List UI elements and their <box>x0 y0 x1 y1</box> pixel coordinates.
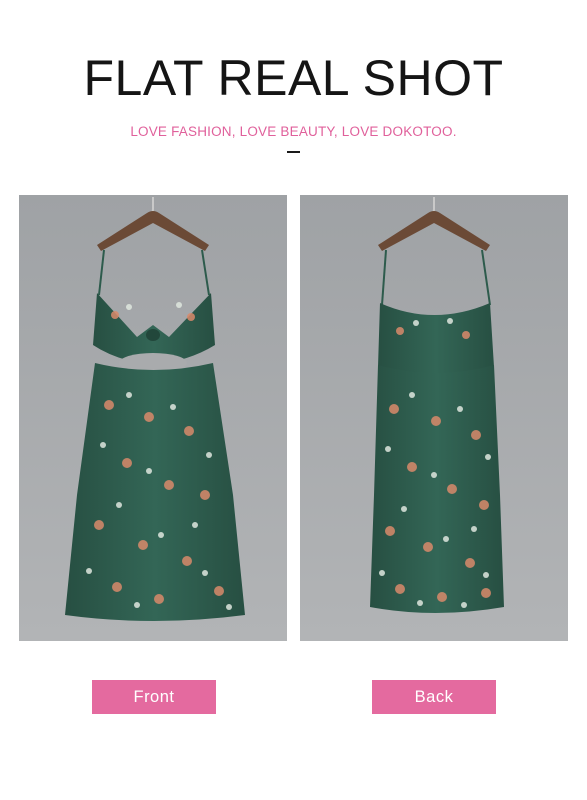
divider <box>287 151 300 153</box>
front-dress-illustration <box>19 195 287 641</box>
tagline: LOVE FASHION, LOVE BEAUTY, LOVE DOKOTOO. <box>130 124 457 139</box>
back-view-button[interactable]: Back <box>372 680 496 714</box>
front-view-button[interactable]: Front <box>92 680 216 714</box>
page-title: FLAT REAL SHOT <box>83 50 504 106</box>
front-dress-photo <box>19 195 287 641</box>
back-dress-illustration <box>300 195 568 641</box>
back-dress-photo <box>300 195 568 641</box>
